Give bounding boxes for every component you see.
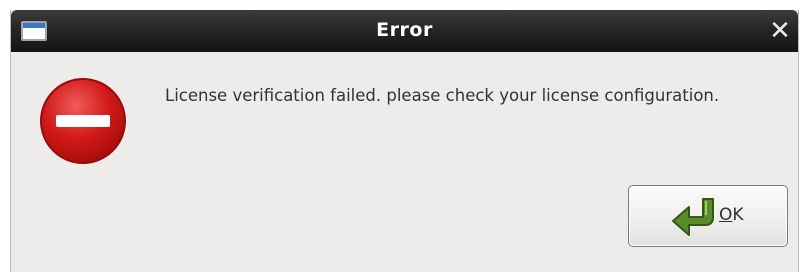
arrow-return-icon xyxy=(672,198,714,236)
error-icon xyxy=(40,78,126,164)
error-message: License verification failed. please chec… xyxy=(165,86,720,105)
dialog-title: Error xyxy=(376,19,433,41)
error-dialog: Error ✕ License verification failed. ple… xyxy=(10,10,799,272)
close-icon[interactable]: ✕ xyxy=(768,18,792,44)
title-bar[interactable]: Error ✕ xyxy=(11,10,798,52)
ok-button-label: OK xyxy=(719,205,744,225)
ok-button[interactable]: OK xyxy=(628,185,788,247)
